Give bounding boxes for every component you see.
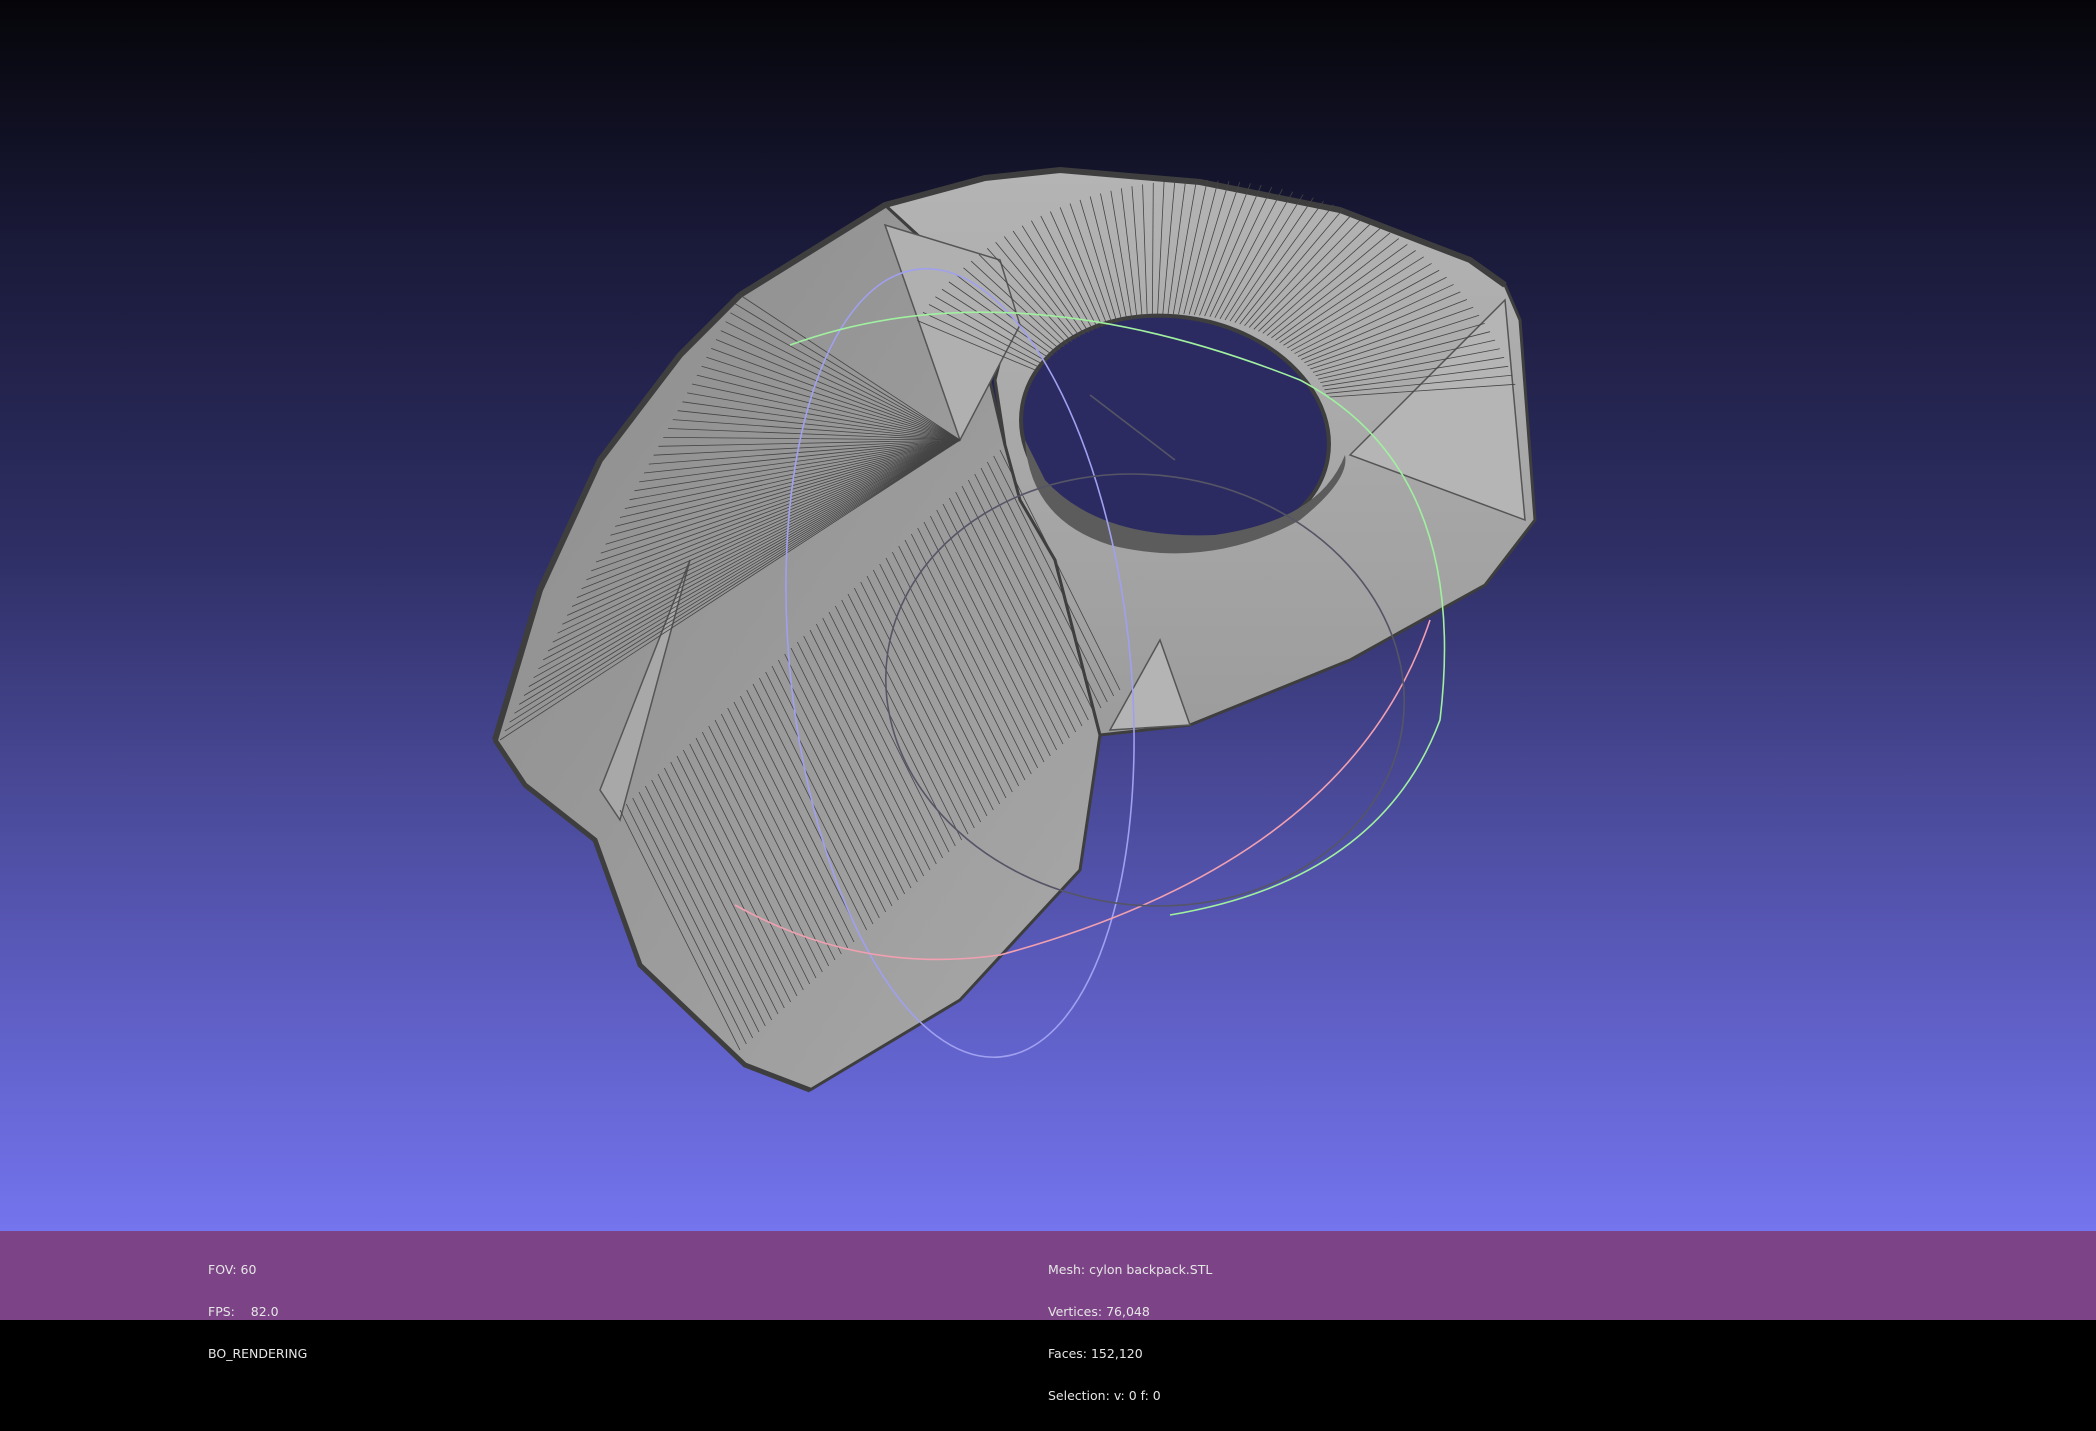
faces-value: 152,120 — [1090, 1346, 1143, 1361]
mesh-model — [492, 166, 1537, 1093]
status-bar: FOV: 60 FPS: 82.0 BO_RENDERING Mesh: cyl… — [0, 1231, 2096, 1403]
mesh-info: Mesh: cylon backpack.STL Vertices: 76,04… — [1048, 1235, 1212, 1431]
fov-label: FOV: — [208, 1262, 237, 1277]
mesh-render-canvas[interactable] — [0, 0, 2096, 1231]
selection-label: Selection: — [1048, 1388, 1110, 1403]
fps-value: 82.0 — [250, 1304, 279, 1319]
fov-value: 60 — [240, 1262, 257, 1277]
3d-viewport[interactable] — [0, 0, 2096, 1231]
mesh-name: cylon backpack.STL — [1089, 1262, 1213, 1277]
vertices-label: Vertices: — [1048, 1304, 1103, 1319]
mesh-label: Mesh: — [1048, 1262, 1086, 1277]
selection-value: v: 0 f: 0 — [1113, 1388, 1161, 1403]
vertices-value: 76,048 — [1106, 1304, 1150, 1319]
render-info: FOV: 60 FPS: 82.0 BO_RENDERING — [208, 1235, 307, 1389]
render-mode: BO_RENDERING — [208, 1346, 308, 1361]
faces-label: Faces: — [1048, 1346, 1087, 1361]
fps-label: FPS: — [208, 1304, 235, 1319]
